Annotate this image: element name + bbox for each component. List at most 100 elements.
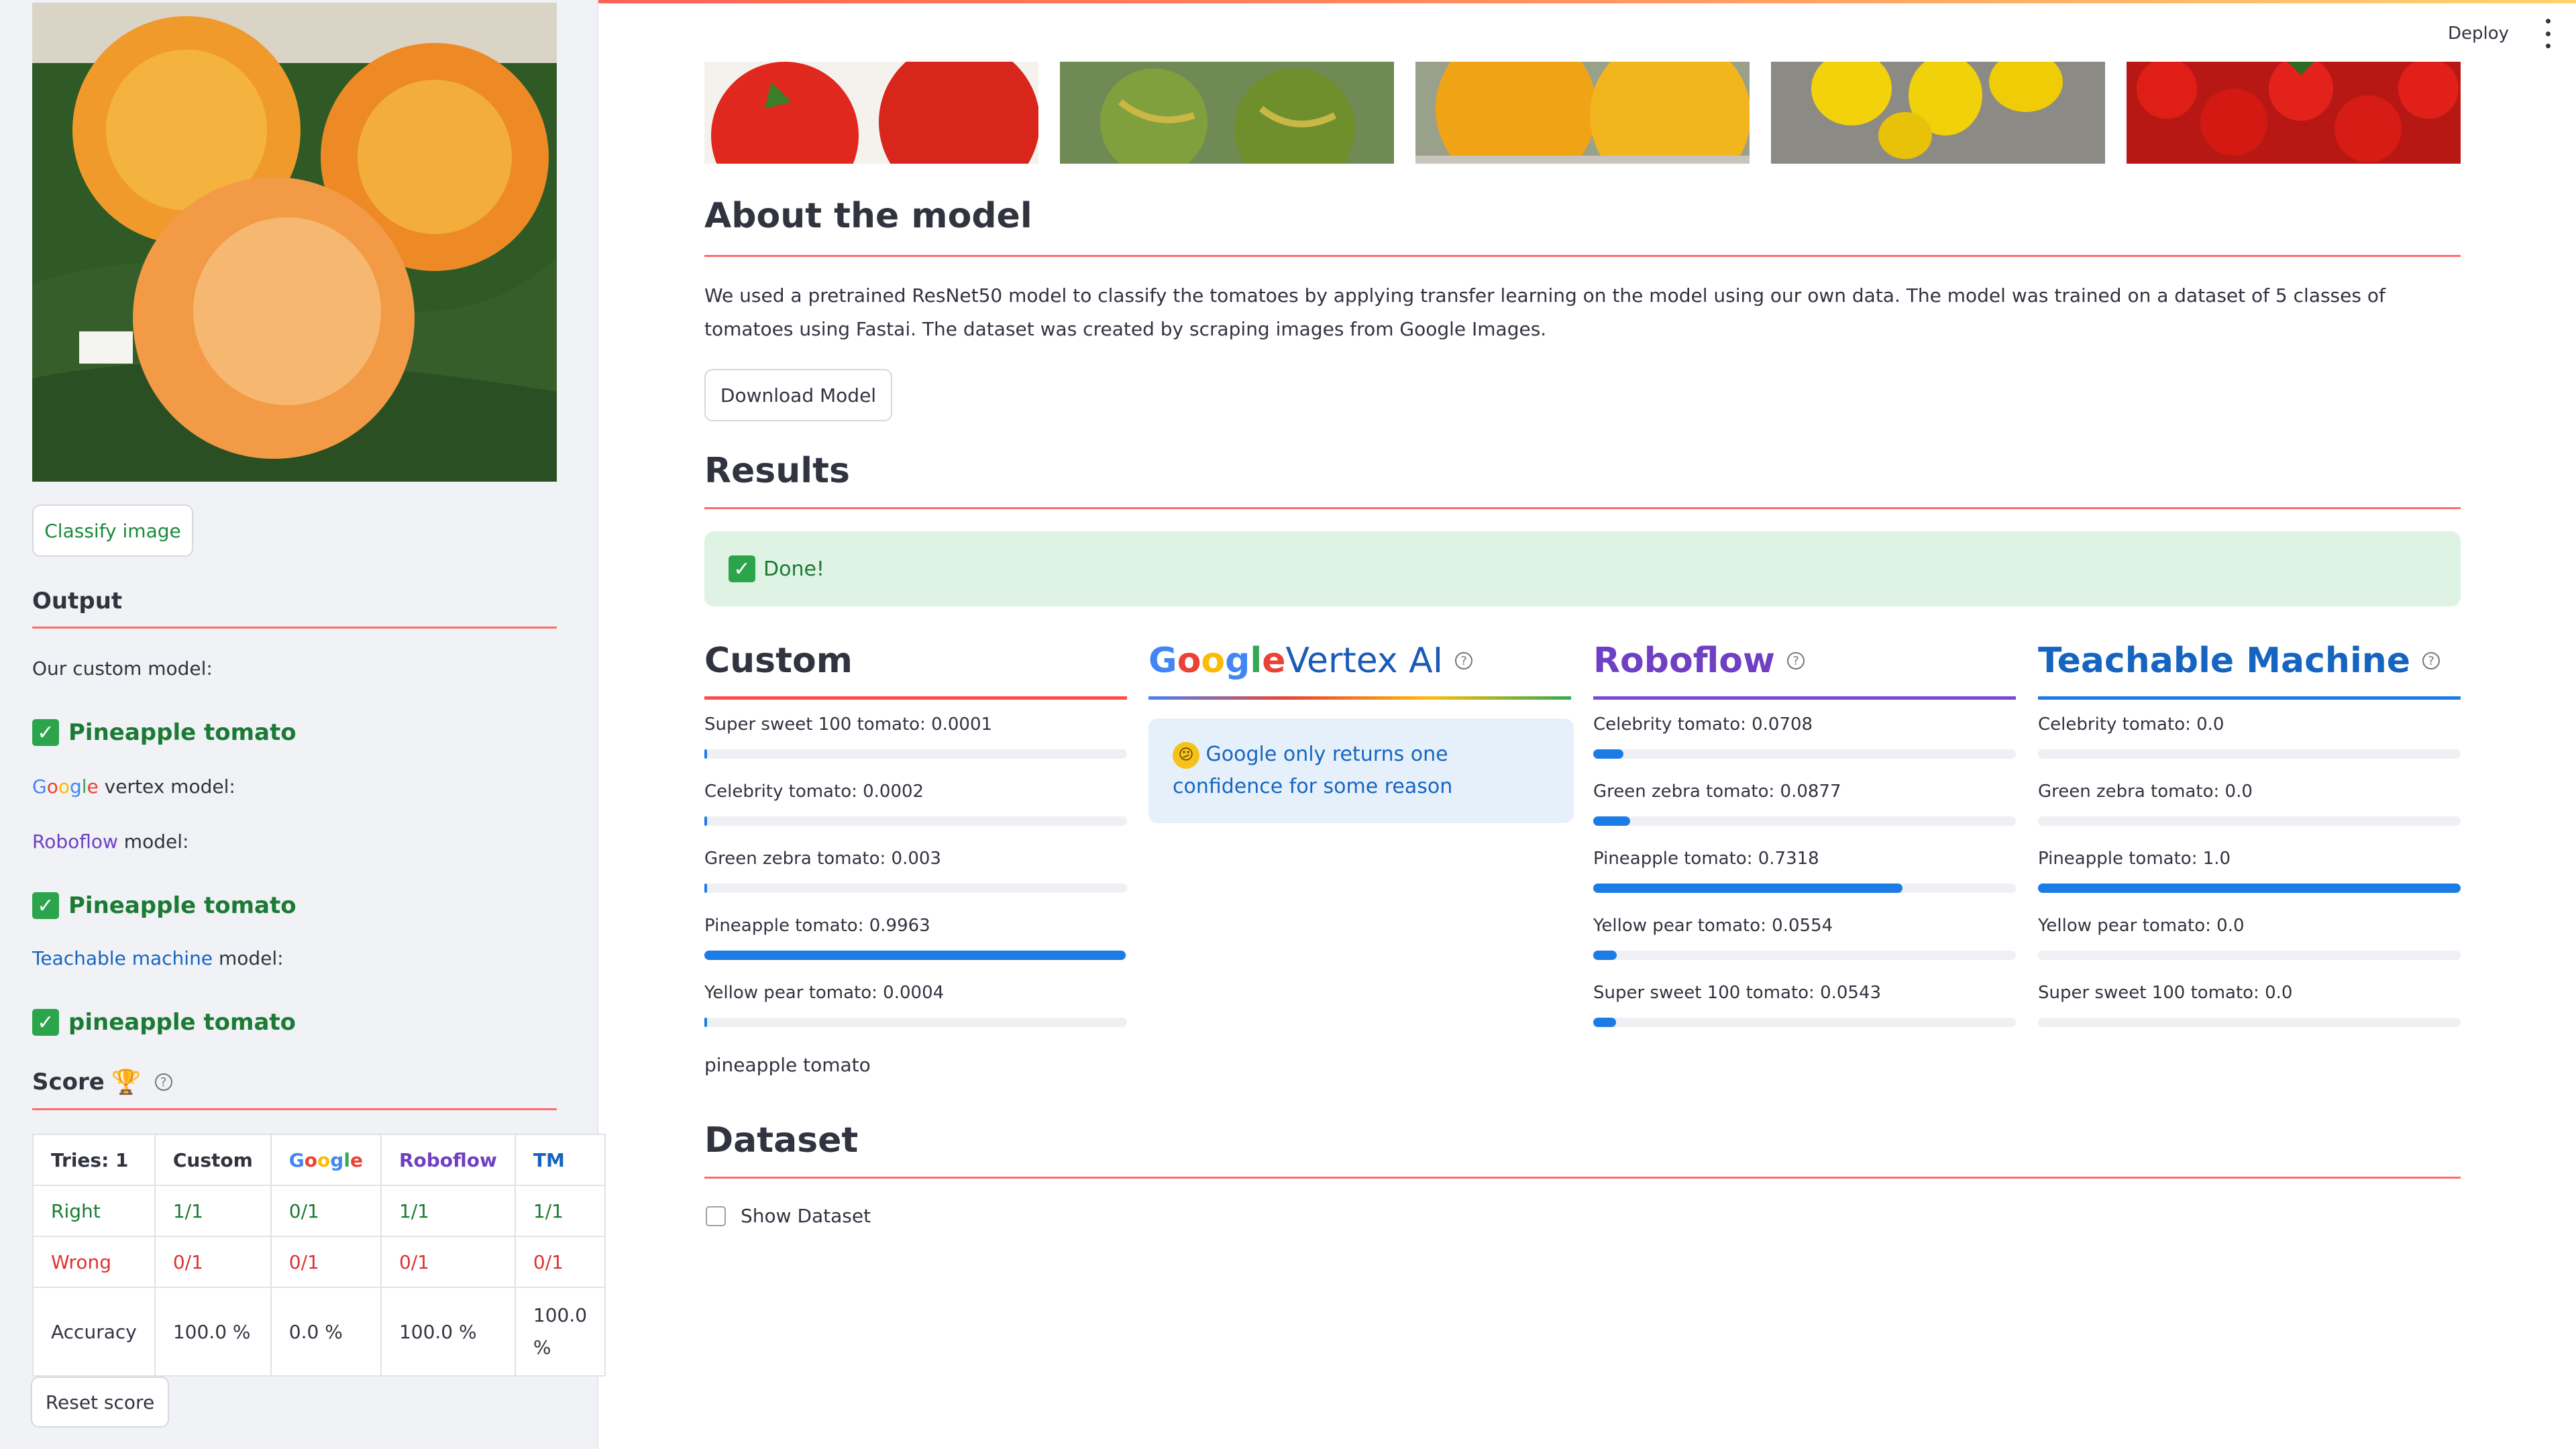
progress-fill <box>1593 1018 1617 1027</box>
custom-bars: Super sweet 100 tomato: 0.0001 Celebrity … <box>704 700 1127 1035</box>
score-table: Tries: 1 Custom Google Roboflow TM Right… <box>32 1134 606 1377</box>
help-icon[interactable]: ? <box>2422 652 2440 669</box>
progress-track <box>704 749 1127 759</box>
score-cell: 0/1 <box>514 1236 606 1288</box>
progress-item: Celebrity tomato: 0.0002 <box>704 767 1127 834</box>
progress-label: Celebrity tomato: 0.0708 <box>1593 714 1813 735</box>
classify-image-button[interactable]: Classify image <box>32 504 193 557</box>
progress-track <box>704 1018 1127 1027</box>
progress-track <box>704 951 1127 960</box>
sidebar: Classify image Output Our custom model: … <box>0 0 606 1449</box>
score-header-tries: Tries: 1 <box>32 1134 156 1186</box>
score-header-google: Google <box>270 1134 382 1186</box>
row-label-wrong: Wrong <box>32 1236 156 1288</box>
thumbnail-tomato-pineapple <box>1415 62 1750 164</box>
score-title-text: Score <box>32 1069 105 1095</box>
check-icon: ✓ <box>32 892 59 919</box>
reset-score-button[interactable]: Reset score <box>31 1377 169 1428</box>
success-alert: ✓ Done! <box>704 531 2461 606</box>
confused-face-icon: 😕 <box>1173 741 1199 769</box>
teachable-suffix: model: <box>213 947 284 969</box>
google-divider <box>1148 696 1571 700</box>
score-header-tm: TM <box>514 1134 606 1186</box>
google-title-rest: Vertex AI <box>1285 641 1444 681</box>
progress-track <box>2038 1018 2461 1027</box>
progress-item: Green zebra tomato: 0.003 <box>704 834 1127 901</box>
teachable-bars: Celebrity tomato: 0.0 Green zebra tomato:… <box>2038 700 2461 1035</box>
progress-track <box>704 816 1127 826</box>
check-icon: ✓ <box>32 1009 59 1036</box>
progress-track <box>1593 951 2016 960</box>
kebab-menu-icon[interactable] <box>2541 19 2555 48</box>
progress-label: Pineapple tomato: 0.9963 <box>704 916 930 936</box>
progress-item: Green zebra tomato: 0.0 <box>2038 767 2461 834</box>
progress-item: Yellow pear tomato: 0.0554 <box>1593 901 2016 968</box>
progress-fill <box>1593 749 1623 759</box>
thumbnail-tomato-yellow-pear <box>1771 62 2105 164</box>
thumbnail-tomato-super-sweet <box>2127 62 2461 164</box>
thumbnail-tomato-red <box>704 62 1038 164</box>
progress-fill <box>2038 883 2461 893</box>
about-title: About the model <box>704 196 1032 236</box>
progress-item: Celebrity tomato: 0.0 <box>2038 700 2461 767</box>
output-title: Output <box>32 588 123 614</box>
download-model-button[interactable]: Download Model <box>704 369 892 421</box>
google-results-column: GoogleVertex AI ? 😕 Google only returns … <box>1148 637 1574 823</box>
custom-prediction-text: pineapple tomato <box>704 1054 871 1076</box>
google-model-label: Google vertex model: <box>32 775 235 798</box>
success-text: Done! <box>763 557 824 581</box>
progress-fill <box>1593 816 1631 826</box>
progress-item: Pineapple tomato: 1.0 <box>2038 834 2461 901</box>
progress-fill <box>704 816 707 826</box>
teachable-title: Teachable Machine ? <box>2038 637 2461 684</box>
check-icon: ✓ <box>32 719 59 746</box>
score-cell: 100.0 % <box>380 1287 516 1377</box>
score-cell: 100.0 % <box>154 1287 272 1377</box>
progress-track <box>704 883 1127 893</box>
progress-label: Celebrity tomato: 0.0 <box>2038 714 2224 735</box>
progress-item: Pineapple tomato: 0.9963 <box>704 901 1127 968</box>
progress-track <box>2038 816 2461 826</box>
progress-item: Super sweet 100 tomato: 0.0001 <box>704 700 1127 767</box>
score-cell: 1/1 <box>514 1185 606 1237</box>
roboflow-title: Roboflow ? <box>1593 637 2016 684</box>
progress-track <box>2038 951 2461 960</box>
progress-label: Green zebra tomato: 0.0877 <box>1593 782 1841 802</box>
progress-fill <box>704 951 1126 960</box>
progress-track <box>1593 816 2016 826</box>
dataset-title: Dataset <box>704 1120 859 1161</box>
google-title: GoogleVertex AI ? <box>1148 637 1571 684</box>
custom-model-label: Our custom model: <box>32 657 213 680</box>
custom-title: Custom <box>704 637 1127 684</box>
teachable-results-column: Teachable Machine ? Celebrity tomato: 0.… <box>2038 637 2461 1035</box>
roboflow-word: Roboflow <box>32 830 118 853</box>
score-cell: 100.0 % <box>514 1287 606 1377</box>
progress-track <box>2038 883 2461 893</box>
progress-fill <box>704 749 707 759</box>
custom-result-text: Pineapple tomato <box>68 719 297 746</box>
progress-label: Yellow pear tomato: 0.0004 <box>704 983 945 1003</box>
help-icon[interactable]: ? <box>154 1073 172 1091</box>
progress-item: Super sweet 100 tomato: 0.0543 <box>1593 968 2016 1035</box>
custom-result: ✓ Pineapple tomato <box>32 719 297 746</box>
score-header-custom: Custom <box>154 1134 272 1186</box>
help-icon[interactable]: ? <box>1787 652 1805 669</box>
progress-item: Yellow pear tomato: 0.0 <box>2038 901 2461 968</box>
score-table-header: Tries: 1 Custom Google Roboflow TM <box>32 1134 606 1186</box>
progress-fill <box>1593 951 1617 960</box>
show-dataset-checkbox[interactable] <box>706 1205 726 1226</box>
uploaded-tomato-image <box>32 3 557 482</box>
roboflow-title-text: Roboflow <box>1593 641 1776 681</box>
roboflow-results-column: Roboflow ? Celebrity tomato: 0.0708 Green… <box>1593 637 2016 1035</box>
teachable-result-text: pineapple tomato <box>68 1009 297 1036</box>
deploy-button[interactable]: Deploy <box>2448 15 2509 52</box>
roboflow-result-text: Pineapple tomato <box>68 892 297 919</box>
show-dataset-toggle[interactable]: Show Dataset <box>706 1205 871 1227</box>
help-icon[interactable]: ? <box>1455 652 1473 669</box>
progress-label: Yellow pear tomato: 0.0 <box>2038 916 2245 936</box>
teachable-result: ✓ pineapple tomato <box>32 1009 296 1036</box>
progress-track <box>1593 883 2016 893</box>
results-title: Results <box>704 451 850 491</box>
custom-title-text: Custom <box>704 641 853 681</box>
progress-label: Super sweet 100 tomato: 0.0543 <box>1593 983 1882 1003</box>
